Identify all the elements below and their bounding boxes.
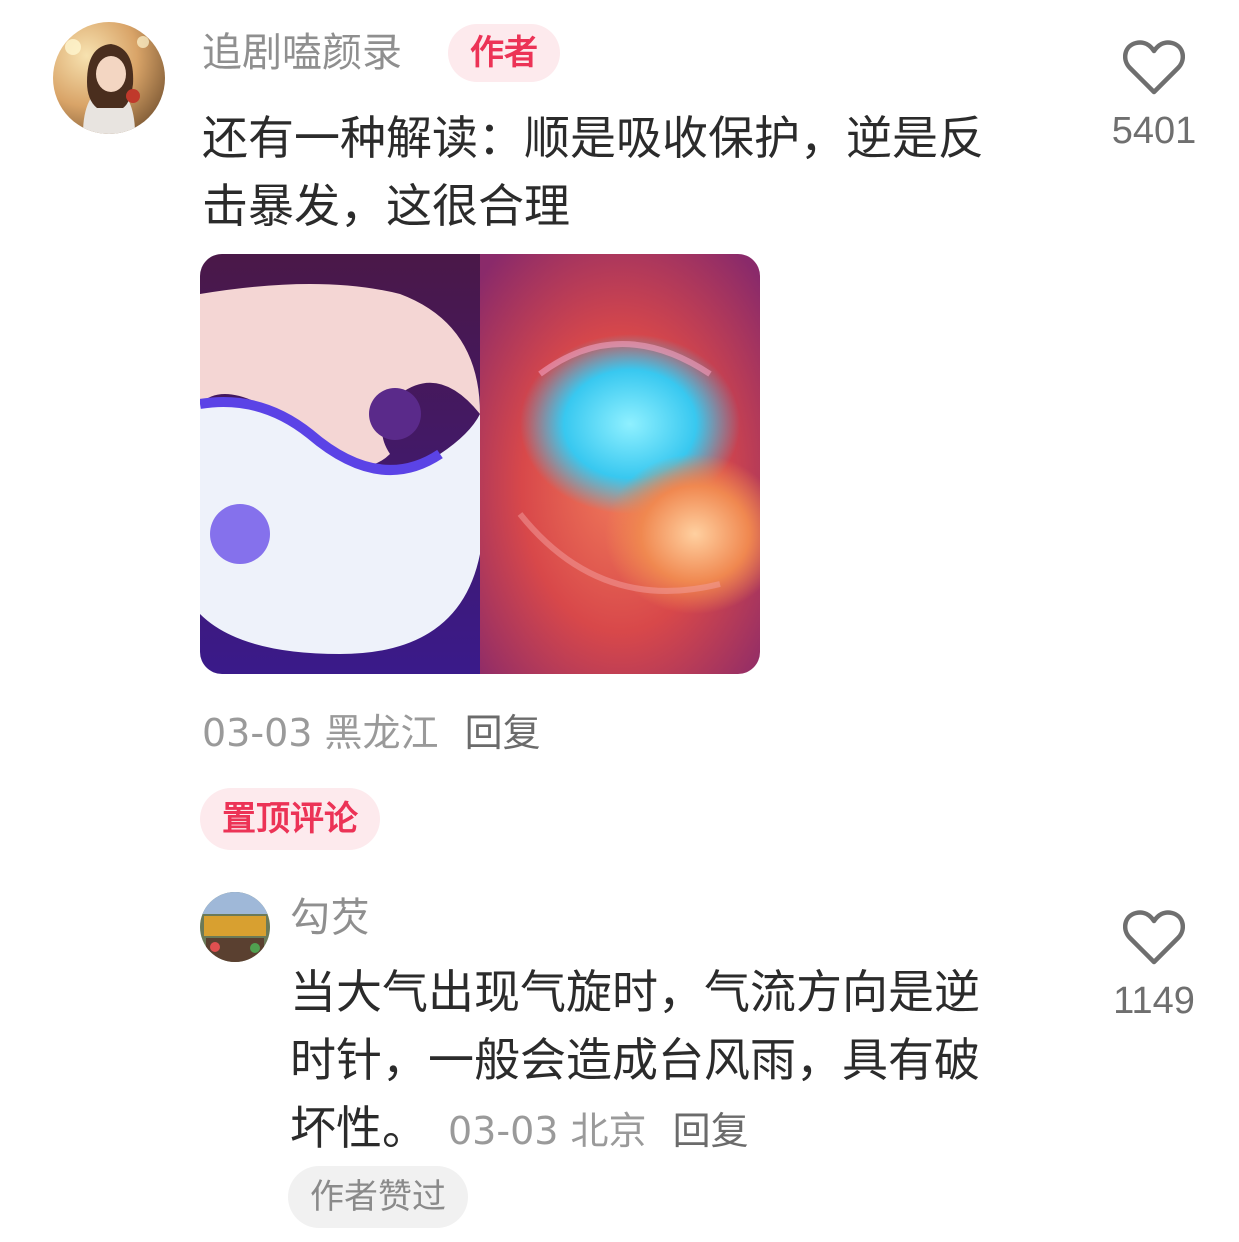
comment-meta: 03-03 黑龙江 回复 bbox=[202, 714, 541, 752]
yin-yang-image-left bbox=[200, 254, 480, 674]
like-count: 1149 bbox=[1113, 980, 1195, 1022]
reply-text: 当大气出现气旋时，气流方向是逆 时针，一般会造成台风雨，具有破 坏性。 03-03… bbox=[290, 958, 1110, 1165]
comment-image[interactable] bbox=[200, 254, 760, 674]
reply-text-tail: 坏性。 bbox=[290, 1101, 428, 1155]
author-username[interactable]: 追剧嗑颜录 bbox=[202, 33, 402, 73]
comment-text: 还有一种解读：顺是吸收保护，逆是反 击暴发，这很合理 bbox=[202, 104, 1102, 240]
heart-icon bbox=[1123, 910, 1185, 965]
author-badge: 作者 bbox=[448, 24, 560, 82]
reply-text-line: 时针，一般会造成台风雨，具有破 bbox=[290, 1033, 980, 1087]
replier-avatar[interactable] bbox=[200, 892, 270, 962]
like-button[interactable]: 1149 bbox=[1099, 908, 1209, 1023]
like-count: 5401 bbox=[1111, 110, 1197, 152]
author-avatar[interactable] bbox=[53, 22, 165, 134]
reply-location: 北京 bbox=[570, 1109, 647, 1153]
reply-meta: 03-03 北京 回复 bbox=[448, 1109, 749, 1153]
reply-date: 03-03 bbox=[448, 1109, 559, 1153]
comment-date: 03-03 bbox=[202, 711, 313, 755]
user-avatar-icon bbox=[200, 892, 270, 962]
user-avatar-icon bbox=[53, 22, 165, 134]
comment-location: 黑龙江 bbox=[324, 711, 439, 755]
replier-username[interactable]: 勾芡 bbox=[290, 898, 370, 938]
reply-text-line: 坏性。 03-03 北京 回复 bbox=[290, 1094, 1110, 1165]
pinned-comment-tag: 置顶评论 bbox=[200, 788, 380, 850]
comment-text-line: 击暴发，这很合理 bbox=[202, 179, 570, 233]
like-button[interactable]: 5401 bbox=[1099, 38, 1209, 153]
reply-button[interactable]: 回复 bbox=[465, 711, 541, 755]
reply-text-line: 当大气出现气旋时，气流方向是逆 bbox=[290, 965, 980, 1019]
swirl-image-right bbox=[480, 254, 760, 674]
comment-text-line: 还有一种解读：顺是吸收保护，逆是反 bbox=[202, 111, 984, 165]
reply-button[interactable]: 回复 bbox=[673, 1109, 749, 1153]
heart-icon bbox=[1123, 40, 1185, 95]
author-liked-tag: 作者赞过 bbox=[288, 1166, 468, 1228]
